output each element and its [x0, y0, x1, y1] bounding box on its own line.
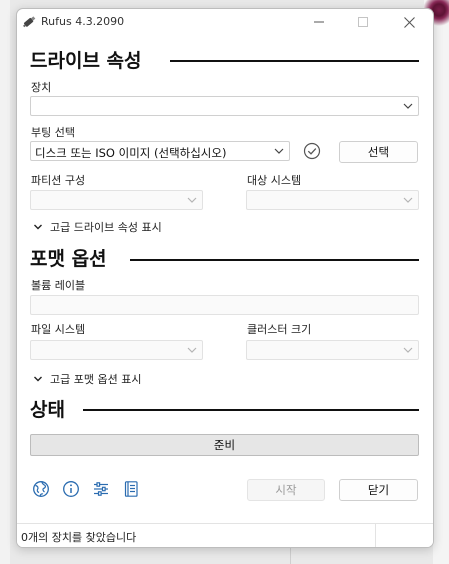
volume-label-input [30, 295, 419, 315]
minimize-button[interactable] [297, 9, 341, 35]
settings-sliders-icon[interactable] [92, 480, 110, 498]
status-bar-text: 0개의 장치를 찾았습니다 [21, 531, 137, 544]
drive-properties-heading: 드라이브 속성 [30, 50, 142, 72]
chevron-down-icon [274, 148, 284, 154]
drive-properties-divider [170, 60, 419, 62]
partition-scheme-dropdown [30, 190, 203, 210]
rufus-window: Rufus 4.3.2090 드라이브 속성 장치 부팅 선택 디스크 또는 I… [16, 8, 434, 548]
target-system-dropdown [246, 190, 419, 210]
device-dropdown[interactable] [30, 96, 419, 116]
start-button: 시작 [247, 479, 325, 501]
chevron-down-icon [403, 103, 413, 109]
cluster-size-dropdown [246, 340, 419, 360]
status-bar-separator [375, 524, 376, 547]
advanced-drive-properties-label: 고급 드라이브 속성 표시 [50, 221, 162, 234]
file-system-label: 파일 시스템 [31, 323, 86, 336]
status-heading: 상태 [30, 399, 65, 421]
select-image-button[interactable]: 선택 [339, 141, 418, 163]
status-bar: 0개의 장치를 찾았습니다 [17, 523, 433, 547]
minimize-icon [314, 21, 324, 23]
chevron-down-icon [187, 347, 197, 353]
window-title: Rufus 4.3.2090 [41, 15, 125, 28]
info-icon[interactable] [62, 480, 80, 498]
globe-icon[interactable] [32, 480, 50, 498]
advanced-format-options-toggle[interactable]: 고급 포맷 옵션 표시 [33, 371, 141, 387]
desktop-background-right [433, 0, 449, 564]
advanced-format-options-label: 고급 포맷 옵션 표시 [50, 373, 142, 386]
target-system-label: 대상 시스템 [247, 174, 302, 187]
status-divider [83, 409, 419, 411]
close-window-button[interactable] [387, 9, 431, 35]
volume-label-label: 볼륨 레이블 [31, 279, 86, 292]
format-options-divider [130, 259, 419, 261]
device-label: 장치 [31, 81, 52, 94]
progress-text: 준비 [213, 438, 236, 452]
boot-selection-value: 디스크 또는 ISO 이미지 (선택하십시오) [35, 146, 227, 160]
check-hash-icon[interactable] [303, 142, 321, 160]
chevron-down-icon [403, 347, 413, 353]
advanced-drive-properties-toggle[interactable]: 고급 드라이브 속성 표시 [33, 219, 162, 235]
partition-scheme-label: 파티션 구성 [31, 174, 86, 187]
close-button[interactable]: 닫기 [339, 479, 418, 501]
usb-drive-icon [21, 14, 37, 30]
chevron-down-icon [187, 197, 197, 203]
desktop-background [0, 0, 10, 564]
chevron-down-icon [403, 197, 413, 203]
log-icon[interactable] [122, 480, 140, 498]
close-icon [403, 16, 415, 28]
maximize-icon [358, 17, 368, 27]
file-system-dropdown [30, 340, 203, 360]
title-bar[interactable]: Rufus 4.3.2090 [17, 9, 433, 35]
progress-bar: 준비 [30, 434, 419, 456]
cluster-size-label: 클러스터 크기 [247, 323, 312, 336]
format-options-heading: 포맷 옵션 [30, 248, 107, 270]
chevron-down-icon [34, 376, 42, 382]
boot-selection-dropdown[interactable]: 디스크 또는 ISO 이미지 (선택하십시오) [30, 141, 290, 161]
boot-selection-label: 부팅 선택 [31, 126, 75, 139]
chevron-down-icon [34, 224, 42, 230]
maximize-button [341, 9, 385, 35]
